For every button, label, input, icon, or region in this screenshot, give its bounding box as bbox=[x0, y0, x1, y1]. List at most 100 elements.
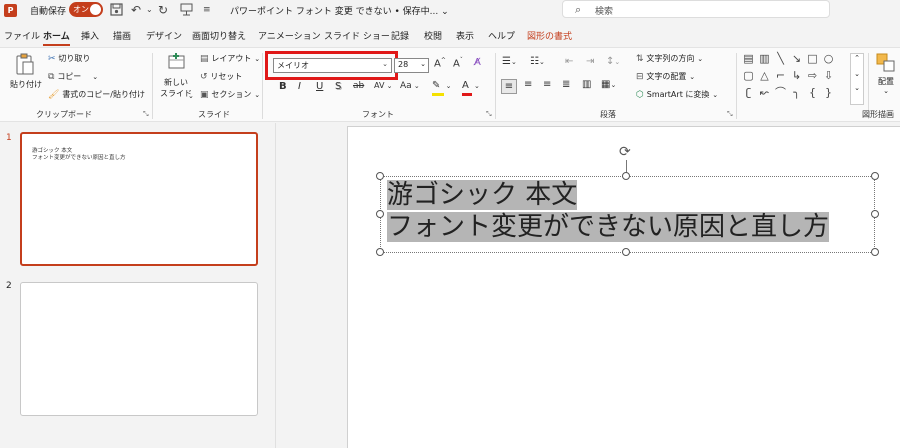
columns-icon[interactable]: ▦⌄ bbox=[601, 79, 616, 90]
font-launcher-icon[interactable]: ⤡ bbox=[486, 110, 492, 119]
layout-button[interactable]: ▤ レイアウト ⌄ bbox=[200, 53, 260, 64]
title-dropdown-icon[interactable]: ⌄ bbox=[441, 7, 449, 17]
text-box-shape-icon[interactable]: ▤ bbox=[742, 52, 755, 65]
line-shape-icon[interactable]: ╲ bbox=[774, 52, 787, 65]
bold-button[interactable]: B bbox=[279, 81, 287, 92]
underline-button[interactable]: U bbox=[316, 81, 323, 92]
cut-button[interactable]: ✂ 切り取り bbox=[48, 53, 90, 64]
smartart-button[interactable]: ⬡ SmartArt に変換 ⌄ bbox=[636, 89, 718, 100]
ribbon-tabs: ファイル ホーム 挿入 描画 デザイン 画面切り替え アニメーション スライド … bbox=[0, 28, 900, 46]
down-arrow-shape-icon[interactable]: ⇩ bbox=[822, 69, 835, 82]
resize-handle[interactable] bbox=[622, 248, 630, 256]
right-arrow-shape-icon[interactable]: ⇨ bbox=[806, 69, 819, 82]
paste-button[interactable]: 貼り付け bbox=[10, 52, 42, 90]
shadow-button[interactable]: S bbox=[335, 81, 341, 92]
line-spacing-icon[interactable]: ↕⌄ bbox=[606, 56, 620, 67]
tab-help[interactable]: ヘルプ bbox=[488, 29, 515, 42]
bullets-icon[interactable]: ☰⌄ bbox=[502, 56, 517, 67]
freeform-shape-icon[interactable]: ʗ bbox=[742, 86, 755, 99]
slide-thumbnail[interactable]: 游ゴシック 本文 フォント変更ができない原因と直し方 bbox=[20, 132, 258, 266]
tab-animations[interactable]: アニメーション bbox=[258, 29, 321, 42]
tab-design[interactable]: デザイン bbox=[146, 29, 182, 42]
rotate-handle-icon[interactable]: ⟳ bbox=[619, 144, 631, 160]
align-left-icon[interactable]: ≡ bbox=[501, 79, 517, 94]
rounded-rectangle-shape-icon[interactable]: ▢ bbox=[742, 69, 755, 82]
align-center-icon[interactable]: ≡ bbox=[524, 79, 532, 90]
customize-qat-icon[interactable]: ≡ bbox=[203, 3, 211, 17]
arrange-button[interactable]: 配置 ⌄ bbox=[874, 53, 898, 95]
align-right-icon[interactable]: ≡ bbox=[543, 79, 551, 90]
gallery-more-icon[interactable]: ⌄ bbox=[851, 84, 863, 92]
autosave-toggle[interactable]: オン bbox=[69, 2, 103, 17]
section-button[interactable]: ▣ セクション ⌄ bbox=[200, 89, 260, 100]
resize-handle[interactable] bbox=[622, 172, 630, 180]
bent-line-shape-icon[interactable]: ╮ bbox=[790, 86, 803, 99]
gallery-down-icon[interactable]: ⌄ bbox=[851, 70, 863, 78]
resize-handle[interactable] bbox=[871, 248, 879, 256]
right-brace-shape-icon[interactable]: } bbox=[822, 86, 835, 99]
new-slide-dropdown-icon[interactable]: ⌄ bbox=[188, 92, 194, 100]
arrow-line-shape-icon[interactable]: ↘ bbox=[790, 52, 803, 65]
tab-slideshow[interactable]: スライド ショー bbox=[324, 29, 390, 42]
shapes-gallery-scroll[interactable]: ⌃ ⌄ ⌄ bbox=[850, 53, 864, 105]
resize-handle[interactable] bbox=[376, 248, 384, 256]
character-spacing-button[interactable]: AV ⌄ bbox=[374, 81, 393, 90]
rectangle-shape-icon[interactable]: □ bbox=[806, 52, 819, 65]
gallery-up-icon[interactable]: ⌃ bbox=[851, 54, 863, 62]
clear-formatting-icon[interactable]: A̸ bbox=[474, 57, 481, 68]
tab-draw[interactable]: 描画 bbox=[113, 29, 131, 42]
decrease-indent-icon[interactable]: ⇤ bbox=[565, 56, 573, 67]
tab-transitions[interactable]: 画面切り替え bbox=[192, 29, 246, 42]
distributed-icon[interactable]: ▥ bbox=[582, 79, 591, 90]
tab-record[interactable]: 記録 bbox=[391, 29, 409, 42]
elbow-connector-shape-icon[interactable]: ⌐ bbox=[774, 69, 787, 82]
italic-button[interactable]: I bbox=[298, 81, 301, 92]
arc-shape-icon[interactable]: ⌒ bbox=[774, 86, 787, 99]
justify-icon[interactable]: ≣ bbox=[562, 79, 570, 90]
textbox-text-line-2[interactable]: フォント変更ができない原因と直し方 bbox=[387, 212, 830, 242]
clipboard-launcher-icon[interactable]: ⤡ bbox=[143, 110, 149, 119]
search-box[interactable]: ⌕ 検索 bbox=[562, 0, 830, 18]
tab-view[interactable]: 表示 bbox=[456, 29, 474, 42]
copy-button[interactable]: ⧉ コピー ⌄ bbox=[48, 71, 98, 82]
text-direction-button[interactable]: ⇅ 文字列の方向 ⌄ bbox=[636, 53, 703, 64]
decrease-font-size-icon[interactable]: Aˇ bbox=[453, 57, 463, 69]
change-case-button[interactable]: Aa ⌄ bbox=[400, 81, 420, 91]
font-color-button[interactable]: A ⌄ bbox=[462, 80, 480, 96]
textbox-text-line-1[interactable]: 游ゴシック 本文 bbox=[387, 180, 578, 210]
tab-review[interactable]: 校閲 bbox=[424, 29, 442, 42]
highlight-color-button[interactable]: ✎ ⌄ bbox=[432, 80, 451, 96]
font-size-combo[interactable]: 28 ⌄ bbox=[394, 58, 429, 73]
text-box-vertical-shape-icon[interactable]: ▥ bbox=[758, 52, 771, 65]
strikethrough-button[interactable]: ab bbox=[353, 81, 364, 91]
increase-font-size-icon[interactable]: A^ bbox=[434, 57, 446, 69]
oval-shape-icon[interactable]: ○ bbox=[822, 52, 835, 65]
save-icon[interactable] bbox=[110, 3, 123, 19]
shapes-gallery[interactable]: ▤ ▥ ╲ ↘ □ ○ ▢ △ ⌐ ↳ ⇨ ⇩ ʗ ↜ ⌒ ╮ { } bbox=[742, 52, 842, 106]
slideshow-icon[interactable] bbox=[180, 3, 193, 19]
numbering-icon[interactable]: ☷⌄ bbox=[530, 56, 545, 67]
elbow-arrow-shape-icon[interactable]: ↳ bbox=[790, 69, 803, 82]
undo-icon[interactable]: ↶ bbox=[131, 3, 141, 17]
align-text-button[interactable]: ⊟ 文字の配置 ⌄ bbox=[636, 71, 695, 82]
tab-insert[interactable]: 挿入 bbox=[81, 29, 99, 42]
resize-handle[interactable] bbox=[376, 210, 384, 218]
copy-dropdown-icon[interactable]: ⌄ bbox=[92, 73, 98, 81]
format-painter-button[interactable]: 🖌 書式のコピー/貼り付け bbox=[48, 89, 145, 100]
tab-file[interactable]: ファイル bbox=[4, 29, 40, 42]
reset-button[interactable]: ↺ リセット bbox=[200, 71, 242, 82]
resize-handle[interactable] bbox=[376, 172, 384, 180]
resize-handle[interactable] bbox=[871, 210, 879, 218]
paragraph-launcher-icon[interactable]: ⤡ bbox=[727, 110, 733, 119]
tab-home[interactable]: ホーム bbox=[43, 29, 70, 46]
increase-indent-icon[interactable]: ⇥ bbox=[586, 56, 594, 67]
left-brace-shape-icon[interactable]: { bbox=[806, 86, 819, 99]
redo-icon[interactable]: ↻ bbox=[158, 3, 168, 17]
font-size-dropdown-icon[interactable]: ⌄ bbox=[420, 60, 426, 68]
triangle-shape-icon[interactable]: △ bbox=[758, 69, 771, 82]
curve-shape-icon[interactable]: ↜ bbox=[758, 86, 771, 99]
resize-handle[interactable] bbox=[871, 172, 879, 180]
tab-shape-format[interactable]: 図形の書式 bbox=[527, 29, 572, 42]
slide-thumbnail[interactable] bbox=[20, 282, 258, 416]
undo-dropdown-icon[interactable]: ⌄ bbox=[146, 3, 153, 17]
